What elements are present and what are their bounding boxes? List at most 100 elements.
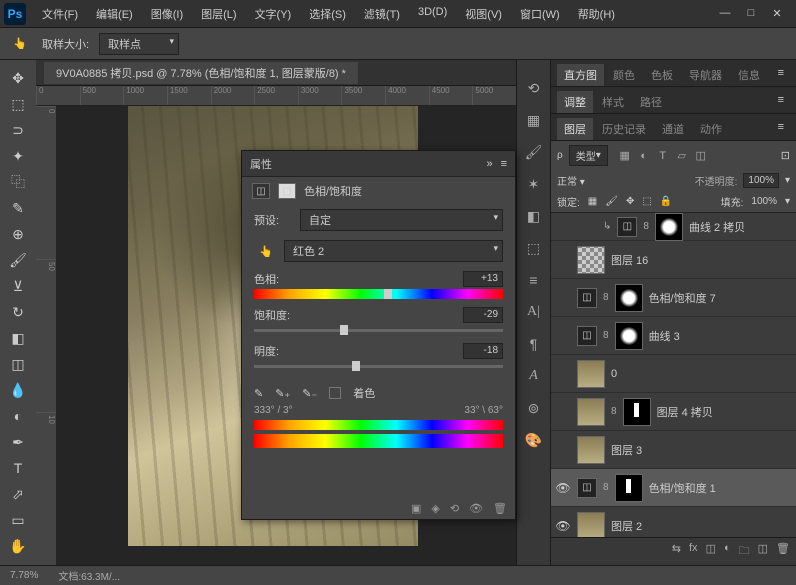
marquee-tool[interactable]: ⬚ (4, 92, 32, 116)
lightness-slider[interactable] (254, 361, 503, 371)
history-brush-tool[interactable]: ↻ (4, 300, 32, 324)
menu-window[interactable]: 窗口(W) (512, 3, 568, 25)
hue-value[interactable]: +13 (463, 271, 503, 287)
lock-artboard-icon[interactable]: ⬚ (642, 196, 651, 207)
group-icon[interactable]: 🗀 (739, 542, 750, 561)
hue-range-bottom[interactable] (254, 434, 503, 448)
layer-name[interactable]: 曲线 2 拷贝 (689, 219, 792, 235)
glyph-icon[interactable]: A (524, 366, 544, 386)
menu-image[interactable]: 图像(I) (143, 3, 191, 25)
fill-value[interactable]: 100% (751, 196, 777, 207)
lasso-tool[interactable]: ⊃ (4, 118, 32, 142)
tab-navigator[interactable]: 导航器 (682, 64, 729, 86)
prev-state-icon[interactable]: ◈ (431, 502, 439, 515)
zoom-level[interactable]: 7.78% (10, 570, 38, 581)
layer-row[interactable]: 0 (551, 355, 796, 393)
layer-row[interactable]: 8图层 4 拷贝 (551, 393, 796, 431)
eyedropper-sub-icon[interactable]: ✎₋ (302, 387, 317, 400)
visibility-toggle[interactable]: 👁 (555, 518, 571, 534)
actions-icon[interactable]: ▦ (524, 110, 544, 130)
visibility-toggle[interactable]: 👁 (555, 480, 571, 496)
move-tool[interactable]: ✥ (4, 66, 32, 90)
mask-add-icon[interactable]: ◫ (706, 542, 716, 561)
visibility-toggle[interactable] (555, 328, 571, 344)
visibility-toggle[interactable] (555, 219, 571, 235)
panel-menu-icon[interactable]: ≡ (772, 118, 790, 140)
panel-menu-icon[interactable]: ≡ (772, 64, 790, 86)
mask-thumb[interactable] (615, 474, 643, 502)
layer-name[interactable]: 0 (611, 368, 792, 380)
lock-pos-icon[interactable]: ✥ (626, 196, 634, 207)
menu-edit[interactable]: 编辑(E) (88, 3, 141, 25)
libraries-icon[interactable]: 🎨 (524, 430, 544, 450)
tab-actions[interactable]: 动作 (693, 118, 729, 140)
styles-icon[interactable]: ◧ (524, 206, 544, 226)
layer-thumb[interactable] (577, 512, 605, 538)
heal-tool[interactable]: ⊕ (4, 222, 32, 246)
tab-color[interactable]: 颜色 (606, 64, 642, 86)
wand-tool[interactable]: ✦ (4, 144, 32, 168)
visibility-icon[interactable]: 👁 (469, 502, 483, 515)
active-tool-icon[interactable]: 👆 (8, 32, 32, 56)
blend-mode-select[interactable]: 正常 ▾ (557, 173, 689, 188)
filter-adj-icon[interactable]: ◐ (637, 149, 651, 163)
cc-icon[interactable]: ⊚ (524, 398, 544, 418)
hand-tool[interactable]: ✋ (4, 534, 32, 558)
filter-smart-icon[interactable]: ◫ (694, 149, 708, 163)
gradient-tool[interactable]: ◫ (4, 352, 32, 376)
layer-thumb[interactable] (577, 436, 605, 464)
hue-range-top[interactable] (254, 420, 503, 430)
document-tab[interactable]: 9V0A0885 拷贝.psd @ 7.78% (色相/饱和度 1, 图层蒙版/… (44, 62, 358, 84)
panel-menu-icon[interactable]: ≡ (772, 91, 790, 113)
channels-icon[interactable]: ≡ (524, 270, 544, 290)
minimize-icon[interactable]: — (718, 7, 732, 20)
saturation-slider[interactable] (254, 325, 503, 335)
brushes-icon[interactable]: 🖌 (524, 142, 544, 162)
layer-thumb[interactable] (577, 398, 605, 426)
layer-row[interactable]: ◫8曲线 3 (551, 317, 796, 355)
tab-layers[interactable]: 图层 (557, 118, 593, 140)
shape-tool[interactable]: ▭ (4, 508, 32, 532)
layer-row[interactable]: 👁◫8色相/饱和度 1 (551, 469, 796, 507)
adj-add-icon[interactable]: ◐ (724, 542, 731, 561)
lock-trans-icon[interactable]: ▦ (588, 196, 597, 207)
layer-name[interactable]: 图层 16 (611, 252, 792, 268)
char-icon[interactable]: A| (524, 302, 544, 322)
menu-view[interactable]: 视图(V) (457, 3, 510, 25)
menu-file[interactable]: 文件(F) (34, 3, 86, 25)
visibility-toggle[interactable] (555, 290, 571, 306)
opacity-value[interactable]: 100% (743, 173, 779, 188)
channel-select[interactable]: 红色 2 (284, 240, 503, 262)
filter-toggle[interactable]: ⊡ (781, 149, 790, 162)
fx-icon[interactable]: fx (689, 542, 698, 561)
delete-layer-icon[interactable]: 🗑 (776, 542, 790, 561)
clip-icon[interactable]: ▣ (411, 502, 421, 515)
tab-swatches[interactable]: 色板 (644, 64, 680, 86)
lock-all-icon[interactable]: 🔒 (660, 196, 672, 207)
tab-channels[interactable]: 通道 (655, 118, 691, 140)
colorize-checkbox[interactable] (329, 387, 341, 399)
mask-icon[interactable]: ▢ (278, 183, 296, 199)
lightness-value[interactable]: -18 (463, 343, 503, 359)
layer-name[interactable]: 色相/饱和度 1 (649, 480, 792, 496)
target-adjust-icon[interactable]: 👆 (254, 239, 278, 263)
maximize-icon[interactable]: □ (744, 7, 758, 20)
panel-menu-icon[interactable]: ≡ (501, 158, 507, 170)
eraser-tool[interactable]: ◧ (4, 326, 32, 350)
mask-thumb[interactable] (623, 398, 651, 426)
mask-thumb[interactable] (615, 322, 643, 350)
layer-row[interactable]: 图层 3 (551, 431, 796, 469)
eyedropper-add-icon[interactable]: ✎₊ (275, 387, 290, 400)
type-tool[interactable]: T (4, 456, 32, 480)
para-icon[interactable]: ¶ (524, 334, 544, 354)
visibility-toggle[interactable] (555, 252, 571, 268)
tab-adjustments[interactable]: 调整 (557, 91, 593, 113)
visibility-toggle[interactable] (555, 442, 571, 458)
layers-icon[interactable]: ⬚ (524, 238, 544, 258)
brush-tool[interactable]: 🖌 (4, 248, 32, 272)
reset-icon[interactable]: ⟲ (450, 502, 459, 515)
menu-select[interactable]: 选择(S) (301, 3, 354, 25)
sample-size-select[interactable]: 取样点 (99, 33, 179, 55)
tab-paths[interactable]: 路径 (633, 91, 669, 113)
adjust-icon[interactable]: ✶ (524, 174, 544, 194)
